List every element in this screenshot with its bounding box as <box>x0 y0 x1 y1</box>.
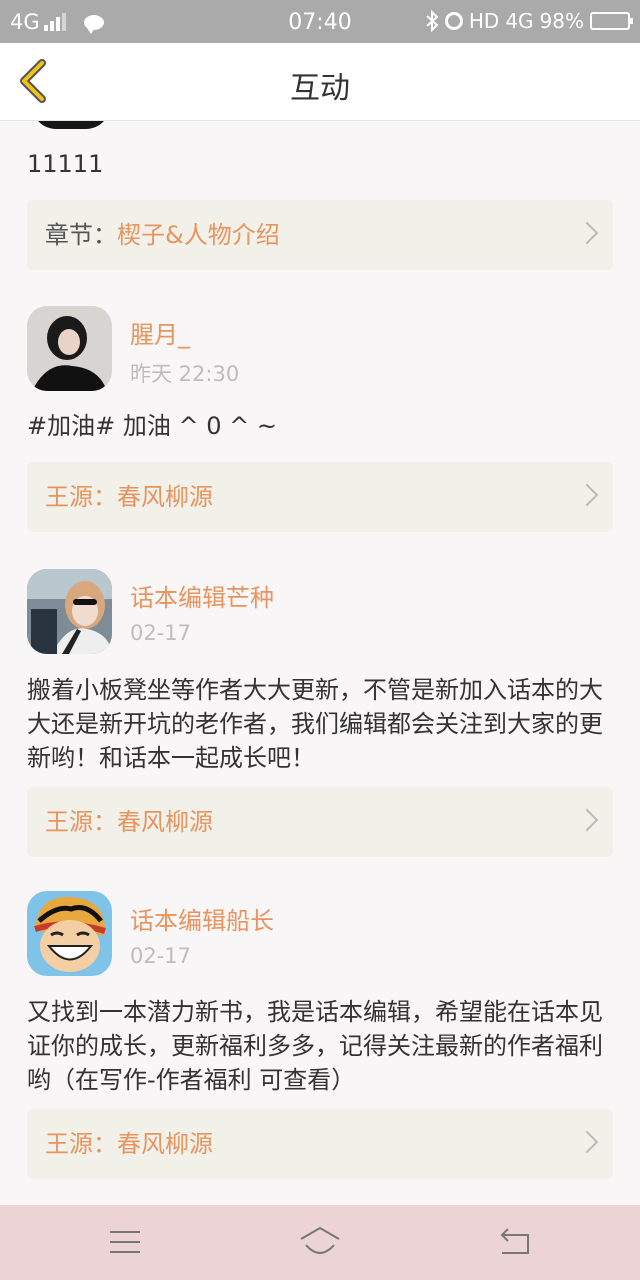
username[interactable]: 腥月_ <box>130 315 190 350</box>
page-title: 互动 <box>290 71 350 106</box>
home-icon[interactable] <box>298 1225 342 1259</box>
post-text: #加油# 加油 ^ 0 ^ ~ <box>27 412 277 440</box>
post-date: 02-17 <box>130 944 192 968</box>
book-link[interactable]: 王源：春风柳源 <box>27 462 613 532</box>
back-nav-icon[interactable] <box>498 1227 532 1257</box>
link-label: 王源： <box>45 483 117 511</box>
link-value: 春风柳源 <box>117 483 213 511</box>
avatar[interactable] <box>32 121 110 129</box>
menu-icon[interactable] <box>110 1231 140 1253</box>
status-bar: 4G 07:40 HD 4G 98% <box>0 0 640 43</box>
battery-percent: 98% <box>539 9 584 33</box>
hd-label: HD <box>468 9 500 33</box>
book-link[interactable]: 王源：春风柳源 <box>27 787 613 857</box>
network-right-label: 4G <box>505 9 534 33</box>
chevron-right-icon <box>575 221 599 245</box>
post-text: 又找到一本潜力新书，我是话本编辑，希望能在话本见证你的成长，更新福利多多，记得关… <box>27 998 603 1094</box>
link-label: 王源： <box>45 1130 117 1158</box>
avatar[interactable] <box>27 569 112 654</box>
link-label: 章节： <box>45 221 117 249</box>
link-value: 楔子&人物介绍 <box>117 221 280 249</box>
battery-icon <box>590 12 633 30</box>
chevron-right-icon <box>575 808 599 832</box>
system-nav-bar <box>0 1205 640 1280</box>
link-label: 王源： <box>45 808 117 836</box>
avatar[interactable] <box>27 891 112 976</box>
link-value: 春风柳源 <box>117 808 213 836</box>
post-text: 搬着小板凳坐等作者大大更新，不管是新加入话本的大大还是新开坑的老作者，我们编辑都… <box>27 676 603 772</box>
chevron-right-icon <box>575 483 599 507</box>
link-value: 春风柳源 <box>117 1130 213 1158</box>
post-text: 11111 <box>27 150 104 178</box>
avatar[interactable] <box>27 306 112 391</box>
chevron-right-icon <box>575 1130 599 1154</box>
header: 互动 <box>0 43 640 121</box>
interaction-list[interactable]: 11111 章节：楔子&人物介绍 腥月_ 昨天 22:30 #加油# 加油 ^ … <box>0 121 640 1205</box>
book-link[interactable]: 王源：春风柳源 <box>27 1109 613 1179</box>
status-right-group: HD 4G 98% <box>425 9 633 33</box>
post-date: 02-17 <box>130 621 192 645</box>
username[interactable]: 话本编辑船长 <box>130 901 274 936</box>
username[interactable]: 话本编辑芒种 <box>130 578 274 613</box>
bluetooth-icon <box>426 10 439 32</box>
post-date: 昨天 22:30 <box>130 362 240 386</box>
chapter-link[interactable]: 章节：楔子&人物介绍 <box>27 200 613 270</box>
alarm-icon <box>444 12 463 30</box>
